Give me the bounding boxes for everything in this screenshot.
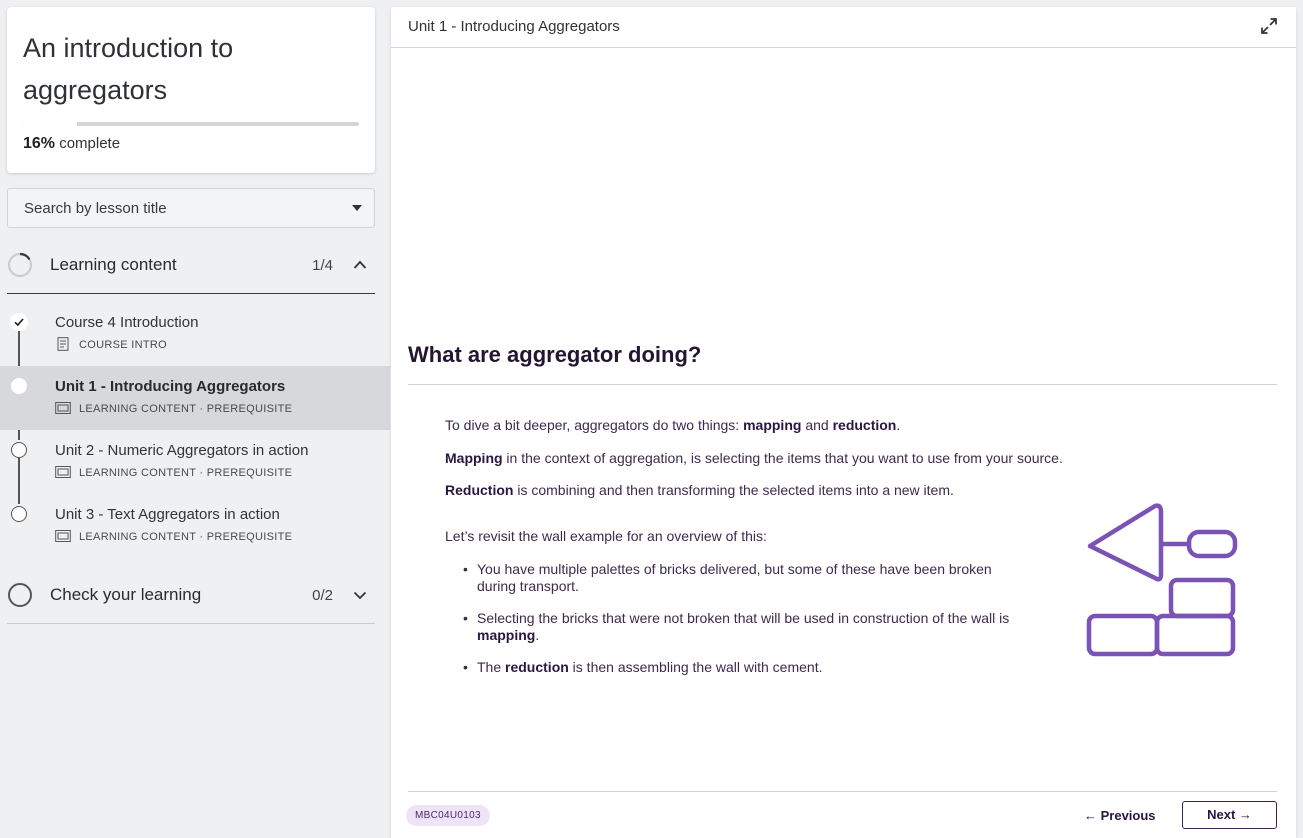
lesson-title: Unit 3 - Text Aggregators in action: [55, 506, 280, 523]
paragraph-reduction: Reduction is combining and then transfor…: [445, 482, 954, 499]
lesson-heading: What are aggregator doing?: [408, 342, 702, 367]
search-placeholder: Search by lesson title: [24, 200, 167, 217]
bullet-item: The reduction is then assembling the wal…: [463, 659, 1023, 676]
section-count: 0/2: [312, 587, 333, 604]
course-title: An introduction to aggregators: [23, 33, 234, 105]
text-segment: .: [896, 417, 901, 433]
caret-down-icon: [352, 205, 362, 211]
lesson-search-dropdown[interactable]: Search by lesson title: [7, 188, 375, 228]
bold-term: mapping: [477, 627, 536, 643]
section-title: Check your learning: [50, 585, 202, 604]
heading-divider: [408, 384, 1277, 385]
bold-term: Mapping: [445, 450, 503, 466]
text-segment: .: [535, 627, 540, 643]
course-intro-doc-icon: [57, 337, 69, 351]
course-summary-card: An introduction to aggregators 16% compl…: [7, 7, 375, 173]
progress-text: 16% complete: [23, 135, 120, 153]
progress-suffix: complete: [59, 135, 121, 152]
paragraph-mapping: Mapping in the context of aggregation, i…: [445, 450, 1063, 467]
lesson-title: Unit 2 - Numeric Aggregators in action: [55, 442, 309, 459]
previous-button[interactable]: ← Previous: [1084, 803, 1156, 829]
text-segment: The: [477, 659, 506, 675]
footer-divider: [408, 791, 1277, 792]
lesson-meta: COURSE INTRO: [79, 339, 167, 351]
lesson-status-dot-icon: [11, 506, 27, 522]
lesson-item-unit-2[interactable]: Unit 2 - Numeric Aggregators in action L…: [0, 430, 390, 494]
bold-term: reduction: [505, 659, 569, 675]
text-segment: To dive a bit deeper, aggregators do two…: [445, 417, 744, 433]
text-segment: and: [801, 417, 833, 433]
lesson-breadcrumb: Unit 1 - Introducing Aggregators: [408, 18, 620, 35]
lesson-meta: LEARNING CONTENT · PREREQUISITE: [79, 467, 293, 479]
lesson-item-unit-1[interactable]: Unit 1 - Introducing Aggregators LEARNIN…: [0, 366, 390, 430]
chevron-down-icon: [353, 591, 367, 600]
progress-percent: 16%: [23, 135, 56, 152]
section-title: Learning content: [50, 255, 177, 274]
current-lesson-dot-icon: [11, 378, 27, 394]
text-segment: is combining and then transforming the s…: [513, 482, 954, 498]
lesson-meta: LEARNING CONTENT · PREREQUISITE: [79, 531, 293, 543]
lesson-title: Unit 1 - Introducing Aggregators: [55, 378, 286, 395]
lesson-item-unit-3[interactable]: Unit 3 - Text Aggregators in action LEAR…: [0, 494, 390, 558]
lesson-status-dot-icon: [11, 442, 27, 458]
next-button[interactable]: Next →: [1182, 801, 1277, 829]
section-progress-ring-icon: [8, 583, 32, 607]
bullet-item: You have multiple palettes of bricks del…: [463, 561, 1023, 595]
section-learning-content[interactable]: Learning content 1/4: [7, 238, 375, 294]
course-progress-bar: [23, 122, 359, 126]
chevron-up-icon: [353, 260, 367, 269]
paragraph-intro: To dive a bit deeper, aggregators do two…: [445, 417, 900, 434]
learning-content-slides-icon: [55, 530, 71, 542]
text-segment: You have multiple palettes of bricks del…: [477, 561, 992, 594]
lesson-content-panel: Unit 1 - Introducing Aggregators What ar…: [391, 7, 1296, 838]
bullet-list: You have multiple palettes of bricks del…: [463, 561, 1023, 691]
section-check-your-learning[interactable]: Check your learning 0/2: [7, 568, 375, 624]
lesson-code-badge: MBC04U0103: [406, 805, 490, 826]
course-progress-fill: [23, 122, 77, 126]
text-segment: Selecting the bricks that were not broke…: [477, 610, 1010, 626]
lesson-meta: LEARNING CONTENT · PREREQUISITE: [79, 403, 293, 415]
trowel-and-bricks-icon: [1086, 503, 1238, 657]
lesson-header: Unit 1 - Introducing Aggregators: [391, 7, 1296, 48]
text-segment: in the context of aggregation, is select…: [502, 450, 1063, 466]
learning-content-slides-icon: [55, 466, 71, 478]
course-sidebar: An introduction to aggregators 16% compl…: [0, 0, 390, 838]
section-count: 1/4: [312, 257, 333, 274]
lesson-title: Course 4 Introduction: [55, 314, 199, 331]
paragraph-wall-example: Let’s revisit the wall example for an ov…: [445, 528, 767, 544]
lesson-item-course-intro[interactable]: Course 4 Introduction COURSE INTRO: [0, 302, 390, 366]
bold-term: Reduction: [445, 482, 514, 498]
bullet-item: Selecting the bricks that were not broke…: [463, 610, 1023, 644]
check-icon: [10, 313, 28, 331]
section-progress-ring-icon: [7, 252, 33, 278]
expand-fullscreen-icon[interactable]: [1260, 17, 1278, 35]
bold-term: reduction: [832, 417, 897, 433]
learning-content-slides-icon: [55, 402, 71, 414]
bold-term: mapping: [743, 417, 802, 433]
text-segment: is then assembling the wall with cement.: [568, 659, 823, 675]
